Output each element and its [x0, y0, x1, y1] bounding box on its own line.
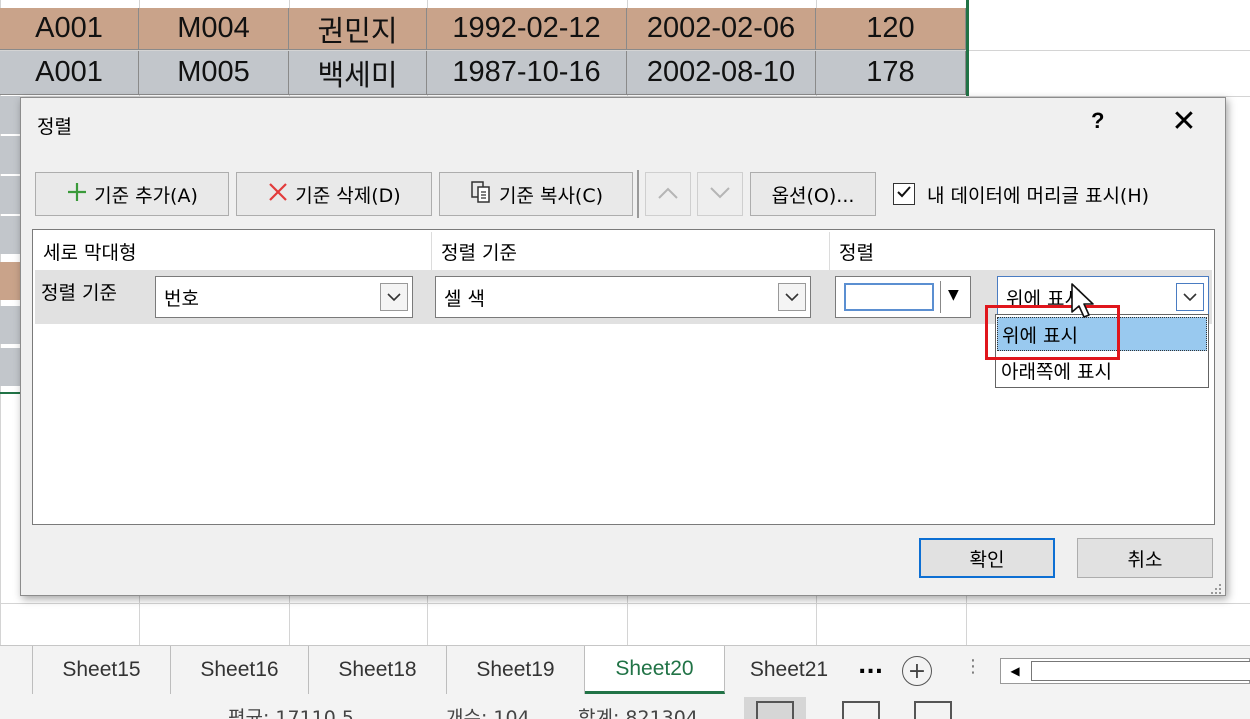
- close-button[interactable]: ✕: [1169, 107, 1199, 138]
- tab-scroll-area: [0, 646, 33, 694]
- page-layout-view-icon[interactable]: [842, 701, 880, 719]
- splitter-handle-icon[interactable]: ⋮: [964, 656, 982, 677]
- header-checkbox-row[interactable]: 내 데이터에 머리글 표시(H): [893, 176, 1149, 212]
- cell[interactable]: M004: [139, 8, 289, 50]
- copy-icon: [469, 180, 493, 209]
- cell[interactable]: 178: [816, 51, 966, 95]
- move-up-button[interactable]: [645, 172, 691, 216]
- tab-sheet19[interactable]: Sheet19: [447, 646, 585, 694]
- header-checkbox[interactable]: [893, 183, 915, 205]
- delete-level-button[interactable]: 기준 삭제(D): [236, 172, 432, 216]
- status-sum: 합계: 821304: [578, 707, 698, 719]
- dialog-title: 정렬: [37, 116, 72, 138]
- add-sheet-button[interactable]: +: [902, 656, 932, 686]
- sheet-tab-bar: Sheet15 Sheet16 Sheet18 Sheet19 Sheet20 …: [0, 645, 1250, 697]
- toolbar-separator: [637, 170, 639, 218]
- column-select[interactable]: 번호: [155, 276, 413, 318]
- cell[interactable]: 2002-02-06: [627, 8, 816, 50]
- sort-dialog: 정렬 ? ✕ 기준 추가(A) 기준 삭제(D) 기준 복사(C) 옵션(O).…: [20, 97, 1226, 596]
- cancel-button[interactable]: 취소: [1077, 538, 1213, 578]
- copy-level-button[interactable]: 기준 복사(C): [439, 172, 633, 216]
- delete-level-label: 기준 삭제(D): [295, 184, 401, 207]
- sort-level-label: 정렬 기준: [41, 282, 117, 304]
- triangle-down-icon[interactable]: ▼: [948, 287, 959, 303]
- cell-color-picker[interactable]: ▼: [835, 276, 971, 318]
- order-header: 정렬: [831, 232, 1211, 270]
- tab-sheet18[interactable]: Sheet18: [309, 646, 447, 694]
- cell[interactable]: 120: [816, 8, 966, 50]
- header-checkbox-label: 내 데이터에 머리글 표시(H): [927, 184, 1150, 207]
- move-down-button[interactable]: [697, 172, 743, 216]
- cell[interactable]: 1992-02-12: [427, 8, 627, 50]
- cell[interactable]: 1987-10-16: [427, 51, 627, 95]
- sorton-header: 정렬 기준: [433, 232, 827, 270]
- plus-icon: [66, 181, 88, 208]
- cell[interactable]: M005: [139, 51, 289, 95]
- normal-view-icon[interactable]: [756, 701, 794, 719]
- sorton-select[interactable]: 셀 색: [435, 276, 811, 318]
- add-level-button[interactable]: 기준 추가(A): [35, 172, 229, 216]
- status-bar: 평균: 17110.5 개수: 104 합계: 821304: [0, 697, 1250, 719]
- cell[interactable]: 권민지: [289, 8, 427, 50]
- ok-button[interactable]: 확인: [919, 538, 1055, 578]
- cell[interactable]: 2002-08-10: [627, 51, 816, 95]
- horizontal-scrollbar[interactable]: ◀: [1000, 658, 1250, 684]
- status-average: 평균: 17110.5: [228, 707, 354, 719]
- options-button[interactable]: 옵션(O)...: [750, 172, 876, 216]
- sorton-select-value: 셀 색: [444, 288, 485, 310]
- mouse-cursor-icon: [1070, 282, 1096, 322]
- more-tabs-button[interactable]: ...: [858, 654, 883, 679]
- help-button[interactable]: ?: [1091, 108, 1111, 136]
- cell[interactable]: A001: [0, 51, 139, 95]
- chevron-down-icon[interactable]: [380, 283, 408, 311]
- red-highlight-annotation: [985, 305, 1120, 360]
- tab-sheet21[interactable]: Sheet21: [725, 646, 853, 694]
- chevron-down-icon[interactable]: [1176, 283, 1204, 311]
- tab-sheet15[interactable]: Sheet15: [33, 646, 171, 694]
- tab-sheet16[interactable]: Sheet16: [171, 646, 309, 694]
- tab-sheet20[interactable]: Sheet20: [585, 646, 725, 694]
- resize-grip-icon[interactable]: [1210, 580, 1222, 594]
- chevron-down-icon[interactable]: [778, 283, 806, 311]
- chevron-down-icon: [709, 183, 731, 205]
- chevron-up-icon: [657, 183, 679, 205]
- cell[interactable]: A001: [0, 8, 139, 50]
- checkmark-icon: [895, 183, 913, 206]
- page-break-view-icon[interactable]: [914, 701, 952, 719]
- add-level-label: 기준 추가(A): [94, 184, 198, 207]
- cell[interactable]: 백세미: [289, 51, 427, 95]
- copy-level-label: 기준 복사(C): [498, 184, 604, 207]
- delete-x-icon: [267, 181, 289, 208]
- column-select-value: 번호: [164, 288, 199, 310]
- scroll-left-icon[interactable]: ◀: [1001, 659, 1029, 683]
- color-picker-divider: [940, 281, 941, 313]
- status-count: 개수: 104: [446, 707, 530, 719]
- column-header: 세로 막대형: [35, 232, 429, 270]
- scrollbar-thumb[interactable]: [1031, 661, 1250, 681]
- color-swatch: [844, 283, 934, 311]
